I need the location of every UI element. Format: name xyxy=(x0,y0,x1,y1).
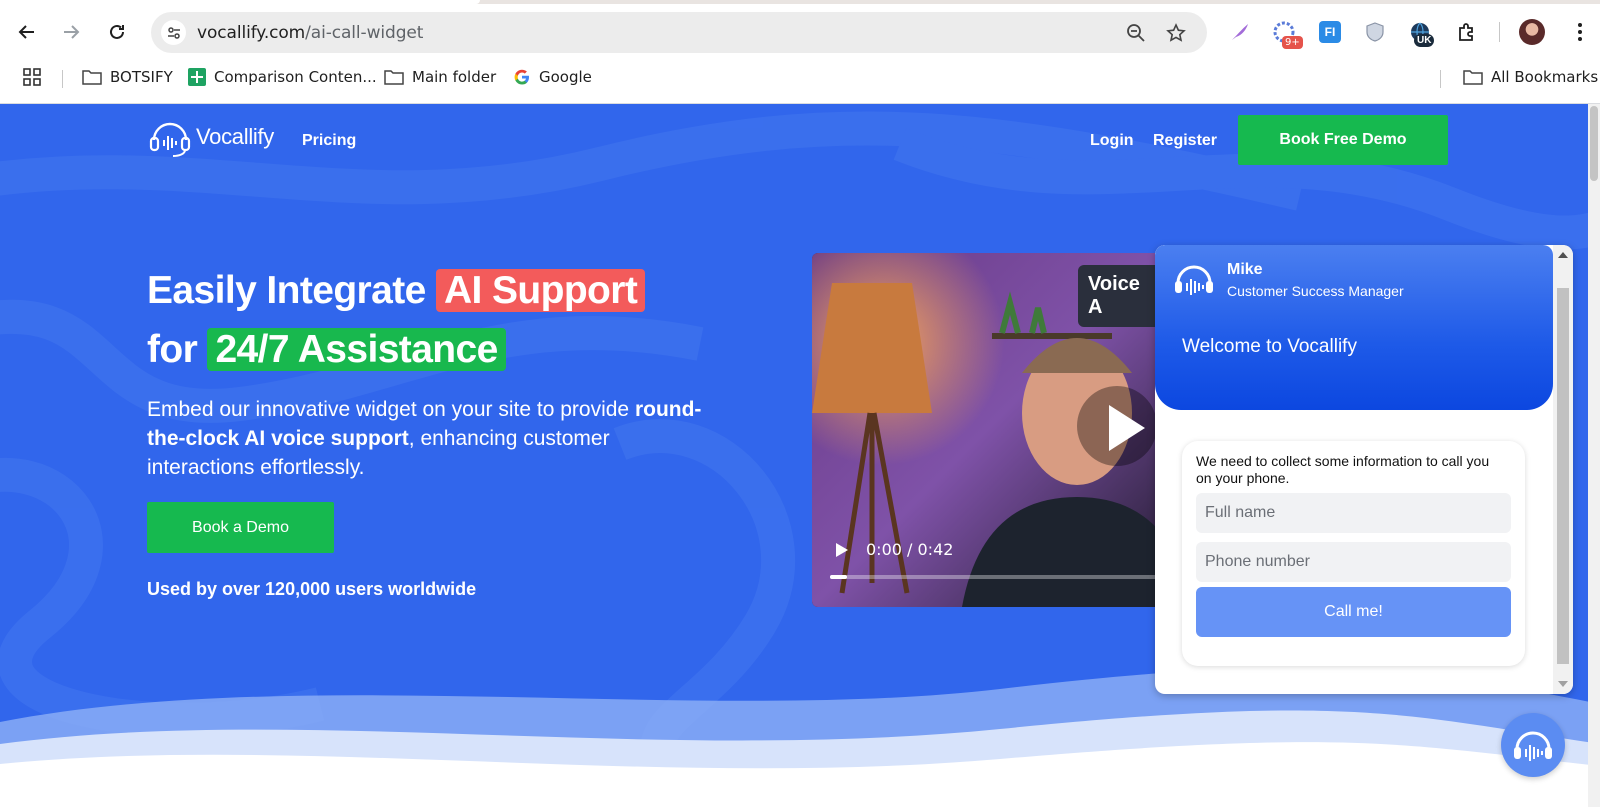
forward-button[interactable] xyxy=(53,14,89,50)
bookmark-separator xyxy=(1440,70,1441,88)
hero-highlight-ai-support: AI Support xyxy=(435,269,646,312)
hero-title-line1: Easily Integrate AI Support xyxy=(147,261,646,320)
toolbar-separator xyxy=(1499,22,1500,42)
url-host: vocallify.com xyxy=(197,23,306,43)
page-viewport: Vocallify Pricing Login Register Book Fr… xyxy=(0,104,1600,807)
hero-title-text: Easily Integrate xyxy=(147,269,436,312)
apps-grid-icon[interactable] xyxy=(23,68,41,86)
zoom-icon[interactable] xyxy=(1124,21,1148,45)
shield-extension-icon[interactable] xyxy=(1361,18,1389,46)
url-path: /ai-call-widget xyxy=(305,23,424,43)
fi-extension-icon[interactable]: FI xyxy=(1316,18,1344,46)
folder-icon xyxy=(1463,70,1483,85)
reload-button[interactable] xyxy=(99,14,135,50)
call-widget-panel: Mike Customer Success Manager Welcome to… xyxy=(1155,245,1573,694)
nav-pricing[interactable]: Pricing xyxy=(302,132,356,150)
address-bar[interactable]: vocallify.com/ai-call-widget xyxy=(151,12,1207,53)
logo-text: Vocallify xyxy=(196,124,275,149)
page-scrollbar[interactable] xyxy=(1588,104,1600,807)
folder-icon xyxy=(384,70,404,85)
bookmark-star-icon[interactable] xyxy=(1164,21,1188,45)
form-intro-text: We need to collect some information to c… xyxy=(1196,453,1490,486)
agent-name: Mike xyxy=(1227,261,1263,278)
nav-register[interactable]: Register xyxy=(1153,132,1217,150)
browser-chrome: vocallify.com/ai-call-widget 9+ FI UK BO… xyxy=(0,0,1600,104)
uk-badge: UK xyxy=(1414,34,1435,47)
book-free-demo-button[interactable]: Book Free Demo xyxy=(1238,115,1448,165)
headset-icon xyxy=(1514,731,1552,761)
phone-number-input[interactable] xyxy=(1196,542,1511,582)
bookmark-botsify[interactable]: BOTSIFY xyxy=(82,68,173,86)
fi-extension-label: FI xyxy=(1319,21,1341,43)
more-menu-icon[interactable] xyxy=(1566,18,1594,46)
call-widget-launcher[interactable] xyxy=(1501,713,1565,777)
video-time: 0:00 / 0:42 xyxy=(866,540,954,559)
play-overlay-icon[interactable] xyxy=(1107,403,1147,453)
hero-subtitle: Embed our innovative widget on your site… xyxy=(147,395,707,482)
play-control-icon[interactable] xyxy=(836,543,848,557)
site-settings-icon[interactable] xyxy=(161,20,186,45)
bookmark-label: BOTSIFY xyxy=(110,68,173,86)
back-button[interactable] xyxy=(9,14,45,50)
puzzle-extensions-icon[interactable] xyxy=(1453,18,1481,46)
all-bookmarks-label: All Bookmarks xyxy=(1491,68,1599,86)
widget-header: Mike Customer Success Manager Welcome to… xyxy=(1155,245,1553,410)
video-progress-fill xyxy=(830,575,847,579)
bookmark-comparison-content[interactable]: Comparison Conten... xyxy=(188,68,377,86)
widget-welcome: Welcome to Vocallify xyxy=(1182,336,1357,357)
bookmark-label: Comparison Conten... xyxy=(214,68,377,86)
used-by-text: Used by over 120,000 users worldwide xyxy=(147,579,477,599)
widget-scroll-thumb[interactable] xyxy=(1557,288,1569,664)
url-text[interactable]: vocallify.com/ai-call-widget xyxy=(197,23,423,43)
headset-logo-icon xyxy=(149,122,191,157)
video-title-overlay: Voice A xyxy=(1078,265,1162,327)
reload-icon xyxy=(110,24,124,39)
bookmark-main-folder[interactable]: Main folder xyxy=(384,68,496,86)
bookmark-google[interactable]: Google xyxy=(513,68,592,86)
sheets-icon xyxy=(188,68,206,86)
all-bookmarks[interactable]: All Bookmarks xyxy=(1463,68,1598,86)
quill-extension-icon[interactable] xyxy=(1226,18,1254,46)
headset-icon xyxy=(1175,265,1213,295)
nav-login[interactable]: Login xyxy=(1090,132,1134,150)
google-icon xyxy=(514,69,529,85)
bookmark-label: Main folder xyxy=(412,68,497,86)
widget-scrollbar[interactable] xyxy=(1553,245,1573,694)
video-progress-bar[interactable] xyxy=(830,575,1162,579)
book-demo-button[interactable]: Book a Demo xyxy=(147,502,334,553)
bookmark-separator xyxy=(62,70,63,88)
arrow-right-icon xyxy=(64,25,80,39)
bookmark-label: Google xyxy=(539,68,592,86)
call-me-button[interactable]: Call me! xyxy=(1196,587,1511,637)
hero-title-line2: for 24/7 Assistance xyxy=(147,320,645,379)
active-tab-edge[interactable] xyxy=(0,0,480,4)
agent-role: Customer Success Manager xyxy=(1227,283,1404,299)
call-form: We need to collect some information to c… xyxy=(1182,441,1525,666)
folder-icon xyxy=(82,70,102,85)
hero-sub-text: Embed our innovative widget on your site… xyxy=(147,398,635,421)
scroll-down-arrow[interactable] xyxy=(1558,681,1568,687)
hero-highlight-assistance: 24/7 Assistance xyxy=(207,328,506,371)
tab-strip xyxy=(0,0,1600,4)
arrow-left-icon xyxy=(18,25,34,39)
extension-badge: 9+ xyxy=(1282,36,1303,49)
scroll-up-arrow[interactable] xyxy=(1558,252,1568,258)
intro-video[interactable]: Voice A 0:00 / 0:42 xyxy=(812,253,1162,607)
hero-title-text: for xyxy=(147,328,208,371)
vocallify-logo[interactable]: Vocallify xyxy=(148,116,274,158)
profile-avatar[interactable] xyxy=(1518,18,1546,46)
page-scroll-thumb[interactable] xyxy=(1590,106,1598,181)
hero-title: Easily Integrate AI Support for 24/7 Ass… xyxy=(147,261,646,379)
full-name-input[interactable] xyxy=(1196,493,1511,533)
bookmarks-bar: BOTSIFY Comparison Conten... Main folder… xyxy=(0,64,1600,94)
